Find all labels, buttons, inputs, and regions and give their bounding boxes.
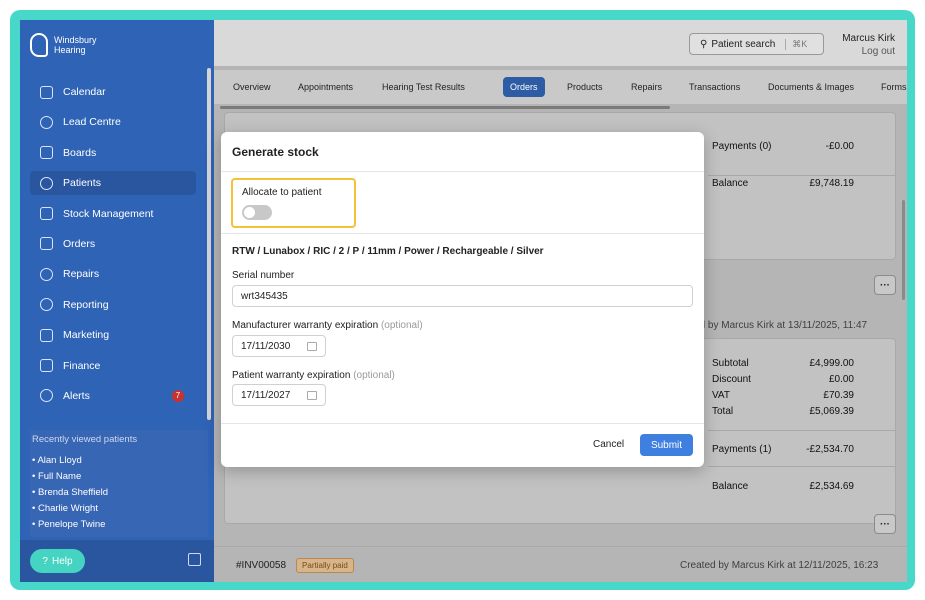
sidebar-item-stock-management[interactable]: Stock Management (30, 202, 196, 226)
tab-overview[interactable]: Overview (226, 77, 278, 97)
divider (221, 233, 704, 234)
tab-forms[interactable]: Forms (874, 77, 907, 97)
invoice-number[interactable]: #INV00058 (236, 560, 286, 571)
search-shortcut: ⌘K (785, 38, 807, 50)
sidebar-item-finance[interactable]: Finance (30, 354, 196, 378)
patient-warranty-label: Patient warranty expiration (optional) (232, 370, 395, 381)
balance-row: Balance £9,748.19 (712, 178, 854, 189)
patient-search-button[interactable]: ⚲ Patient search ⌘K (689, 33, 824, 55)
submit-button[interactable]: Submit (640, 434, 693, 456)
allocate-toggle[interactable] (242, 205, 272, 220)
divider (221, 423, 704, 424)
sidebar-item-orders[interactable]: Orders (30, 232, 196, 256)
more-options-button[interactable]: ··· (874, 275, 896, 295)
help-icon: ? (42, 555, 48, 567)
recent-patients: Recently viewed patients • Alan Lloyd • … (30, 430, 208, 537)
patient-warranty-date-input[interactable]: 17/11/2027 (232, 384, 326, 406)
tab-hearing-test-results[interactable]: Hearing Test Results (375, 77, 472, 97)
tabs-scrollbar[interactable] (220, 106, 670, 109)
sidebar-scrollbar[interactable] (207, 68, 211, 420)
search-icon: ⚲ (700, 38, 708, 50)
sidebar-item-lead-centre[interactable]: Lead Centre (30, 110, 196, 134)
divider (708, 175, 896, 176)
tab-documents-images[interactable]: Documents & Images (761, 77, 861, 97)
discount-row: Discount £0.00 (712, 374, 854, 385)
generate-stock-dialog: Generate stock Allocate to patient RTW /… (221, 132, 704, 467)
manufacturer-warranty-date-input[interactable]: 17/11/2030 (232, 335, 326, 357)
invoice-header: #INV00058 Partially paid (236, 558, 354, 573)
mail-icon (40, 328, 53, 342)
sidebar-item-patients[interactable]: Patients (30, 171, 196, 196)
recent-patient-link[interactable]: • Full Name (32, 469, 208, 485)
alerts-count-badge: 7 (172, 389, 184, 402)
lead-icon (40, 115, 53, 129)
product-description: RTW / Lunabox / RIC / 2 / P / 11mm / Pow… (232, 246, 544, 257)
clipboard-icon (40, 207, 53, 221)
wrench-icon (40, 267, 53, 281)
user-menu: Marcus Kirk Log out (842, 32, 895, 58)
sidebar-item-calendar[interactable]: Calendar (30, 80, 196, 104)
tab-transactions[interactable]: Transactions (682, 77, 747, 97)
recent-patients-heading: Recently viewed patients (32, 434, 138, 445)
recent-patient-link[interactable]: • Penelope Twine (32, 517, 208, 533)
divider (708, 430, 896, 431)
total-row: Total £5,069.39 (712, 406, 854, 417)
ear-logo-icon (30, 33, 48, 57)
sidebar-item-repairs[interactable]: Repairs (30, 262, 196, 286)
more-options-button[interactable]: ··· (874, 514, 896, 534)
chart-icon (40, 298, 53, 312)
calendar-icon (40, 85, 53, 99)
tab-orders[interactable]: Orders (503, 77, 545, 97)
sidebar-item-marketing[interactable]: Marketing (30, 323, 196, 347)
allocate-label: Allocate to patient (242, 187, 322, 198)
order-created-text: ed by Marcus Kirk at 13/11/2025, 11:47 (694, 320, 868, 331)
recent-patient-link[interactable]: • Alan Lloyd (32, 453, 208, 469)
card-icon (40, 359, 53, 373)
bell-icon (40, 389, 53, 403)
dialog-title: Generate stock (232, 145, 319, 159)
patient-tabs: Overview Appointments Hearing Test Resul… (214, 70, 907, 109)
subtotal-row: Subtotal £4,999.00 (712, 358, 854, 369)
divider (708, 466, 896, 467)
tab-repairs[interactable]: Repairs (624, 77, 669, 97)
recent-patient-link[interactable]: • Brenda Sheffield (32, 485, 208, 501)
status-badge: Partially paid (296, 558, 354, 573)
sidebar-item-alerts[interactable]: Alerts 7 (30, 384, 196, 408)
help-button[interactable]: ? Help (30, 549, 85, 573)
payments-row: Payments (0) -£0.00 (712, 141, 854, 152)
tab-appointments[interactable]: Appointments (291, 77, 360, 97)
sidebar: Windsbury Hearing Calendar Lead Centre B… (20, 20, 214, 582)
allocate-to-patient-field: Allocate to patient (231, 178, 356, 228)
collapse-sidebar-icon[interactable] (188, 553, 201, 566)
divider (214, 546, 907, 547)
box-icon (40, 237, 53, 251)
vat-row: VAT £70.39 (712, 390, 854, 401)
brand-logo[interactable]: Windsbury Hearing (30, 30, 97, 60)
user-name: Marcus Kirk (842, 33, 895, 44)
calendar-icon (307, 342, 317, 351)
payments-row: Payments (1) -£2,534.70 (712, 444, 854, 455)
brand-name: Windsbury Hearing (54, 35, 97, 55)
main-scrollbar[interactable] (902, 200, 905, 300)
invoice-created-text: Created by Marcus Kirk at 12/11/2025, 16… (680, 560, 879, 571)
tab-products[interactable]: Products (560, 77, 610, 97)
balance-row: Balance £2,534.69 (712, 481, 854, 492)
toggle-knob (244, 207, 255, 218)
manufacturer-warranty-label: Manufacturer warranty expiration (option… (232, 320, 423, 331)
sidebar-item-reporting[interactable]: Reporting (30, 293, 196, 317)
serial-number-label: Serial number (232, 270, 295, 281)
sidebar-nav: Calendar Lead Centre Boards Patients Sto… (30, 80, 196, 414)
logout-link[interactable]: Log out (842, 45, 895, 58)
divider (221, 171, 704, 172)
sidebar-footer: ? Help (20, 540, 214, 582)
top-bar: ⚲ Patient search ⌘K Marcus Kirk Log out (214, 20, 907, 66)
board-icon (40, 146, 53, 160)
cancel-button[interactable]: Cancel (593, 439, 624, 450)
serial-number-input[interactable]: wrt345435 (232, 285, 693, 307)
sidebar-item-boards[interactable]: Boards (30, 141, 196, 165)
calendar-icon (307, 391, 317, 400)
smile-icon (40, 176, 53, 190)
recent-patient-link[interactable]: • Charlie Wright (32, 501, 208, 517)
